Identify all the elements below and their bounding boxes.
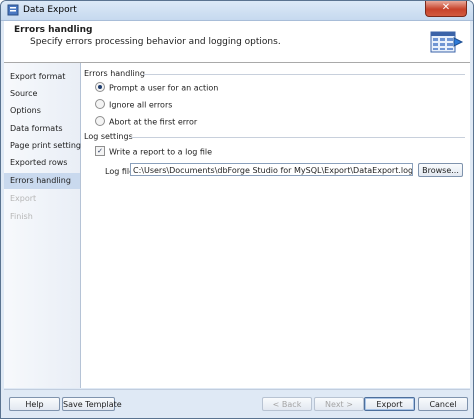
- table-export-icon: [430, 31, 464, 53]
- write-log-label: Write a report to a log file: [109, 147, 213, 157]
- radio-button-checked[interactable]: [95, 82, 105, 92]
- radio-abort-first-error[interactable]: Abort at the first error: [95, 116, 198, 129]
- next-button: Next >: [314, 397, 364, 411]
- radio-button[interactable]: [95, 116, 105, 126]
- back-button: < Back: [262, 397, 312, 411]
- log-file-path-input[interactable]: C:\Users\Documents\dbForge Studio for My…: [130, 163, 413, 176]
- help-button[interactable]: Help: [9, 397, 60, 411]
- wizard-footer: Help Save Template < Back Next > Export …: [4, 389, 470, 418]
- save-template-button[interactable]: Save Template: [62, 397, 122, 411]
- log-settings-divider: [131, 137, 465, 138]
- radio-ignore-errors[interactable]: Ignore all errors: [95, 99, 173, 112]
- sidebar-item-errors-handling[interactable]: Errors handling: [4, 173, 80, 189]
- data-export-app-icon: [7, 4, 19, 16]
- sidebar-item-page-print-settings[interactable]: Page print settings: [4, 138, 85, 154]
- checkmark-icon[interactable]: ✓: [95, 146, 105, 156]
- radio-ignore-errors-label: Ignore all errors: [109, 100, 173, 110]
- errors-handling-divider: [143, 74, 465, 75]
- title-bar[interactable]: Data Export ✕: [1, 1, 473, 21]
- sidebar-item-export: Export: [10, 194, 37, 203]
- data-export-window: Data Export ✕ Errors handling Specify er…: [0, 0, 474, 419]
- sidebar-item-data-formats[interactable]: Data formats: [4, 121, 80, 137]
- sidebar-item-options[interactable]: Options: [4, 103, 80, 119]
- write-log-checkbox-row[interactable]: ✓ Write a report to a log file: [95, 146, 213, 159]
- errors-handling-group-label: Errors handling: [84, 69, 145, 78]
- log-settings-group-label: Log settings: [84, 132, 133, 141]
- window-title: Data Export: [23, 5, 77, 15]
- page-description: Specify errors processing behavior and l…: [30, 37, 281, 47]
- export-button[interactable]: Export: [364, 397, 415, 411]
- radio-abort-first-error-label: Abort at the first error: [109, 117, 198, 127]
- header-panel: Errors handling Specify errors processin…: [4, 21, 470, 63]
- cancel-button[interactable]: Cancel: [418, 397, 468, 411]
- close-button[interactable]: ✕: [425, 1, 467, 17]
- sidebar-item-source[interactable]: Source: [4, 86, 80, 102]
- radio-prompt-user-label: Prompt a user for an action: [109, 83, 219, 93]
- radio-button[interactable]: [95, 99, 105, 109]
- browse-button[interactable]: Browse...: [418, 163, 463, 177]
- sidebar-item-finish: Finish: [10, 212, 33, 221]
- sidebar-item-export-format[interactable]: Export format: [4, 69, 80, 85]
- wizard-sidebar: Export format Source Options Data format…: [4, 63, 85, 388]
- sidebar-item-exported-rows[interactable]: Exported rows: [4, 155, 80, 171]
- radio-prompt-user[interactable]: Prompt a user for an action: [95, 82, 219, 95]
- content-panel: Errors handling Prompt a user for an act…: [81, 63, 470, 388]
- page-title: Errors handling: [14, 25, 93, 35]
